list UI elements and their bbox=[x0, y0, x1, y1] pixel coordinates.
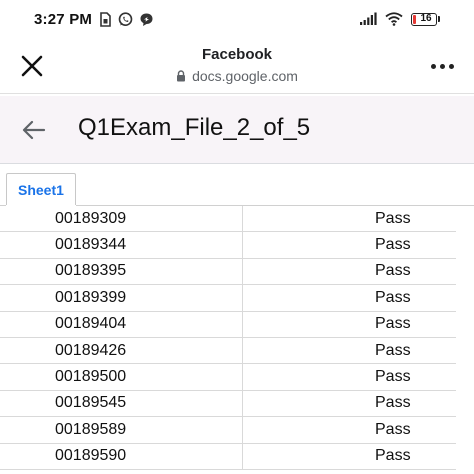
page-title-block: Facebook docs.google.com bbox=[0, 46, 474, 87]
table-row: 00189590 Pass bbox=[0, 443, 456, 470]
table-cell-result[interactable]: Pass bbox=[243, 206, 456, 231]
more-options-icon-dot bbox=[448, 63, 454, 69]
table-cell-result[interactable]: Pass bbox=[243, 312, 456, 337]
url-text: docs.google.com bbox=[192, 68, 298, 84]
sheet-tab-bar: Sheet1 bbox=[0, 164, 474, 207]
table-row: 00189426 Pass bbox=[0, 337, 456, 365]
status-left: 3:27 PM bbox=[34, 11, 154, 28]
table-cell-id[interactable]: 00189309 bbox=[0, 206, 243, 232]
table-cell-result[interactable]: Pass bbox=[243, 364, 456, 389]
url-line[interactable]: docs.google.com bbox=[176, 67, 298, 85]
table-cell-id[interactable]: 00189395 bbox=[0, 258, 243, 285]
battery-level: 16 bbox=[420, 13, 432, 24]
chat-bubble-icon bbox=[139, 12, 154, 27]
table-row: 00189344 Pass bbox=[0, 232, 456, 259]
more-options-icon-dot bbox=[439, 63, 445, 69]
table-cell-id[interactable]: 00189399 bbox=[0, 285, 243, 311]
table-row: 00189500 Pass bbox=[0, 364, 456, 391]
more-options-button[interactable] bbox=[428, 54, 456, 78]
lock-icon bbox=[177, 70, 186, 82]
document-header: Q1Exam_File_2_of_5 bbox=[0, 96, 474, 164]
browser-toolbar: Facebook docs.google.com bbox=[0, 38, 474, 94]
table-cell-id[interactable]: 00189500 bbox=[0, 364, 243, 390]
sim-notification-icon bbox=[98, 11, 112, 27]
table-cell-id[interactable]: 00189344 bbox=[0, 232, 243, 258]
site-title: Facebook bbox=[201, 46, 273, 63]
table-cell-result[interactable]: Pass bbox=[243, 338, 456, 363]
table-cell-result[interactable]: Pass bbox=[243, 285, 456, 310]
table-cell-result[interactable]: Pass bbox=[243, 444, 456, 469]
table-row: 00189545 Pass bbox=[0, 390, 456, 418]
signal-icon bbox=[359, 12, 377, 26]
table-cell-result[interactable]: Pass bbox=[243, 232, 456, 257]
back-button[interactable] bbox=[20, 116, 48, 144]
battery-body: 16 bbox=[411, 12, 437, 26]
table-row: 00189395 Pass bbox=[0, 258, 456, 286]
whatsapp-icon bbox=[118, 11, 133, 27]
spreadsheet-grid: 00189309 Pass 00189344 Pass 00189395 Pas… bbox=[0, 206, 456, 470]
table-cell-id[interactable]: 00189589 bbox=[0, 417, 243, 443]
status-time: 3:27 PM bbox=[34, 10, 93, 28]
table-cell-result[interactable]: Pass bbox=[243, 417, 456, 442]
tab-sheet1[interactable]: Sheet1 bbox=[6, 173, 76, 207]
table-row: 00189589 Pass bbox=[0, 417, 456, 444]
table-cell-id[interactable]: 00189404 bbox=[0, 311, 243, 337]
table-cell-id[interactable]: 00189590 bbox=[0, 443, 243, 469]
battery-fill bbox=[413, 14, 416, 24]
table-row: 00189399 Pass bbox=[0, 285, 456, 312]
status-right: 16 bbox=[359, 12, 440, 26]
table-row: 00189404 Pass bbox=[0, 311, 456, 338]
status-bar: 3:27 PM 16 bbox=[0, 0, 474, 38]
arrow-back-icon bbox=[22, 120, 46, 140]
more-options-icon bbox=[430, 63, 436, 69]
table-row: 00189309 Pass bbox=[0, 206, 456, 233]
table-cell-result[interactable]: Pass bbox=[243, 391, 456, 416]
table-cell-id[interactable]: 00189426 bbox=[0, 337, 243, 364]
wifi-icon bbox=[385, 12, 403, 26]
table-cell-id[interactable]: 00189545 bbox=[0, 390, 243, 417]
battery-tip bbox=[438, 16, 440, 22]
battery-icon: 16 bbox=[411, 12, 440, 26]
document-title: Q1Exam_File_2_of_5 bbox=[78, 114, 311, 141]
table-cell-result[interactable]: Pass bbox=[243, 259, 456, 284]
